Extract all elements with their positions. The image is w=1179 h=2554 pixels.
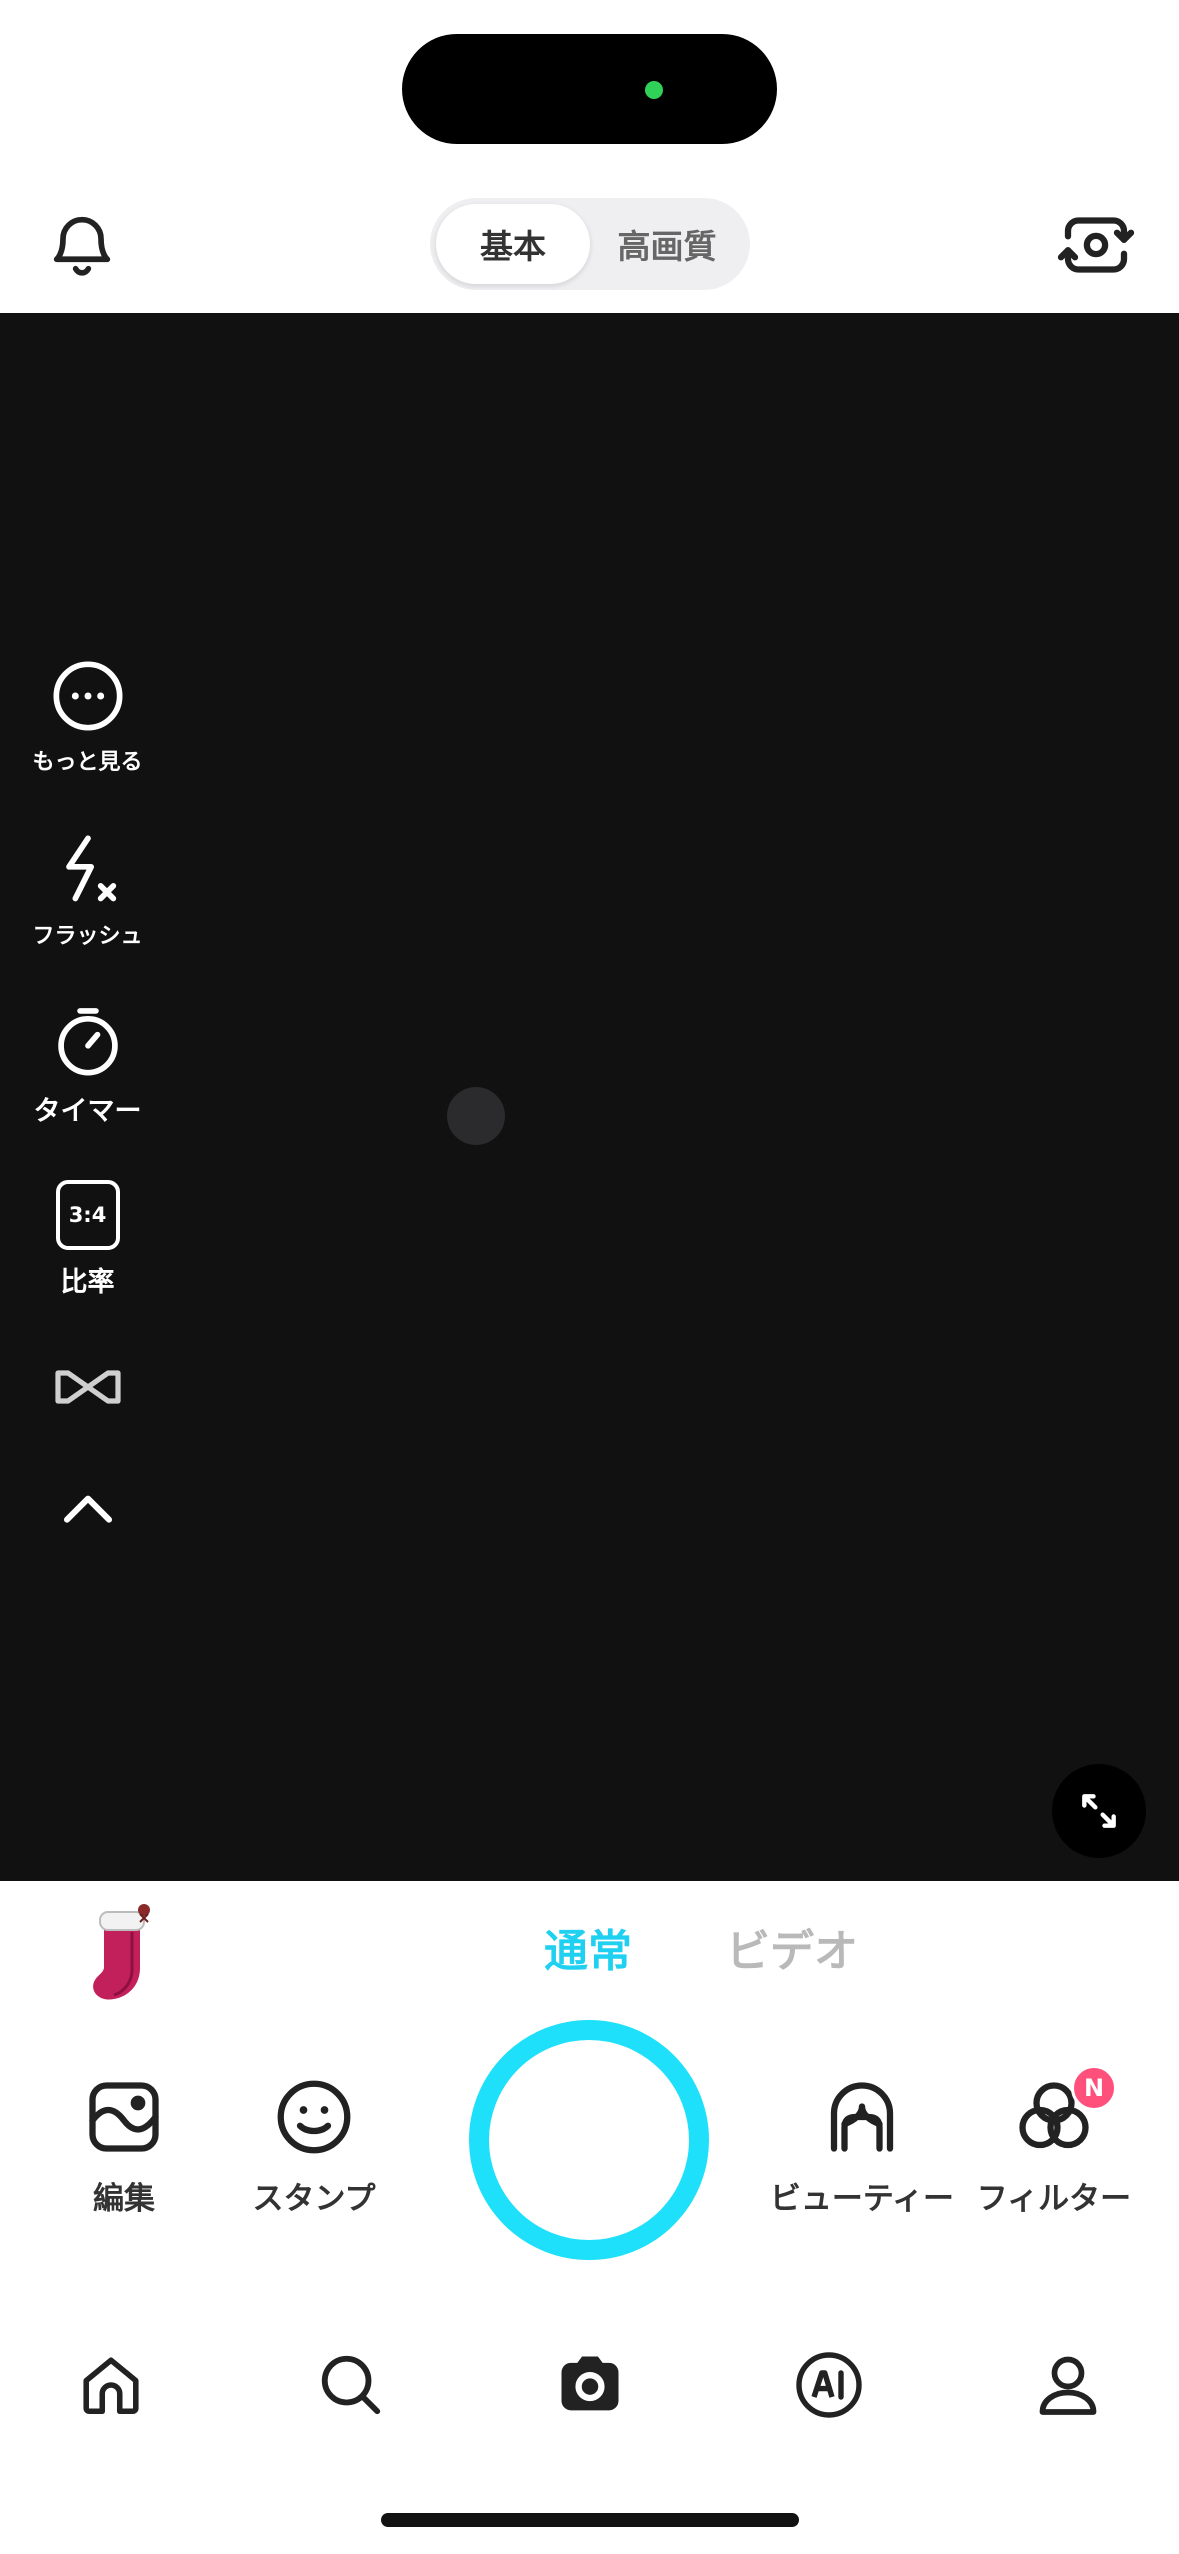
flash-button[interactable]: フラッシュ	[20, 832, 155, 950]
nav-search[interactable]	[301, 2335, 401, 2435]
timer-label: タイマー	[33, 1096, 142, 1127]
edit-button[interactable]: 編集	[24, 2075, 224, 2218]
mode-tab-normal[interactable]: 通常	[544, 1915, 632, 1979]
edit-label: 編集	[93, 2181, 155, 2217]
nav-ai[interactable]	[779, 2335, 879, 2435]
camera-flip-icon	[1057, 217, 1135, 273]
beauty-button[interactable]: ビューティー	[762, 2075, 962, 2218]
shutter-button[interactable]	[469, 2020, 709, 2260]
fullscreen-button[interactable]	[1052, 1764, 1146, 1858]
collage-button[interactable]	[20, 1362, 155, 1412]
face-icon	[830, 2082, 894, 2152]
profile-icon	[1039, 2356, 1097, 2415]
nav-profile[interactable]	[1018, 2335, 1118, 2435]
notifications-button[interactable]	[32, 195, 132, 295]
camera-icon	[561, 2356, 619, 2411]
timer-button[interactable]: タイマー	[20, 1003, 155, 1128]
privacy-indicator-dot	[645, 81, 663, 99]
dynamic-island	[402, 34, 777, 144]
nav-home[interactable]	[61, 2335, 161, 2435]
more-button[interactable]: もっと見る	[20, 658, 155, 776]
expand-icon	[1082, 1794, 1116, 1828]
infinity-icon	[54, 1370, 121, 1404]
bell-icon	[53, 216, 111, 276]
sticker-shortcut-button[interactable]	[82, 1900, 172, 2005]
more-icon	[52, 661, 123, 731]
quality-option-high[interactable]: 高画質	[590, 204, 744, 284]
ratio-value: 3:4	[68, 1203, 107, 1227]
smiley-icon	[277, 2080, 351, 2154]
home-indicator[interactable]	[381, 2513, 799, 2527]
beauty-label: ビューティー	[769, 2181, 955, 2217]
focus-indicator	[447, 1087, 505, 1145]
flash-label: フラッシュ	[32, 924, 143, 949]
collapse-tools-button[interactable]	[20, 1488, 155, 1528]
new-badge: N	[1071, 2065, 1117, 2111]
flash-off-icon	[65, 835, 116, 902]
more-label: もっと見る	[32, 750, 143, 775]
ratio-button[interactable]: 3:4 比率	[20, 1180, 155, 1299]
search-icon	[321, 2355, 381, 2415]
christmas-stocking-icon	[93, 1904, 150, 2000]
timer-icon	[57, 1008, 118, 1076]
chevron-up-icon	[63, 1495, 112, 1523]
ratio-label: 比率	[60, 1267, 115, 1298]
stamp-label: スタンプ	[252, 2181, 376, 2217]
quality-option-basic[interactable]: 基本	[436, 204, 590, 284]
quality-toggle: 基本 高画質	[430, 198, 750, 290]
filter-label: フィルター	[976, 2181, 1132, 2217]
edit-photo-icon	[89, 2082, 159, 2152]
filter-button[interactable]: N フィルター	[954, 2065, 1154, 2218]
mode-tab-video[interactable]: ビデオ	[726, 1915, 858, 1979]
switch-camera-button[interactable]	[1046, 195, 1146, 295]
ratio-icon: 3:4	[55, 1180, 120, 1250]
ai-icon	[796, 2352, 862, 2418]
nav-camera[interactable]	[540, 2335, 640, 2435]
stamp-button[interactable]: スタンプ	[214, 2075, 414, 2218]
camera-viewfinder[interactable]	[0, 313, 1179, 1881]
home-icon	[83, 2357, 139, 2415]
